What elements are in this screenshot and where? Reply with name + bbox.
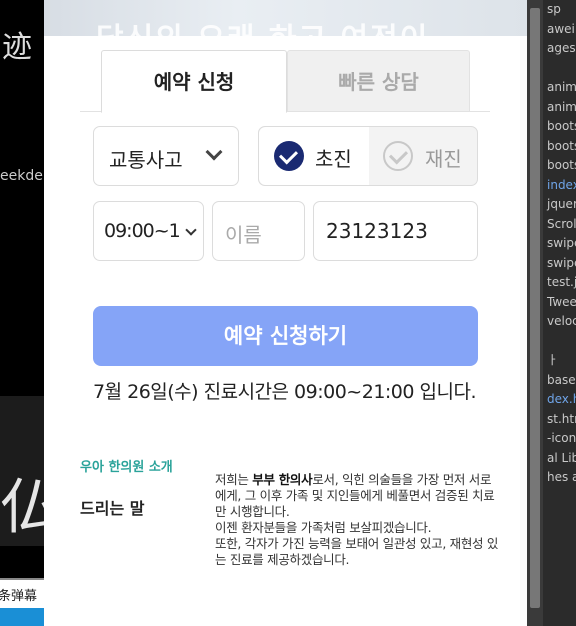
file-list: sp awei ages anim anim boots boots boots index jq… [543,0,576,488]
taskbar-accent [0,608,44,626]
scrollbar-thumb[interactable] [530,8,540,608]
treatment-type-value: 교통사고 [109,148,183,172]
name-input[interactable]: 이름 [212,201,305,261]
file-list-item[interactable]: anim [543,78,576,98]
file-list-item[interactable]: anim [543,98,576,118]
greeting-title: 드리는 말 [80,499,145,518]
clinic-intro-link[interactable]: 우아 한의원 소개 [80,456,173,475]
visit-first-label: 초진 [315,147,352,171]
time-select[interactable]: 09:00~1 [93,201,204,261]
file-name: Twee [547,294,576,309]
background-calligraphy: 仏 [0,473,44,543]
file-list-item[interactable]: awei [543,20,576,40]
hero-text: 당신의 오래 하고 여전이 [96,14,429,36]
background-text: eekder [0,168,44,184]
file-name: base.h [547,372,576,387]
file-list-item[interactable]: Twee [543,293,576,313]
reservation-tabs: 예약 신청 빠른 상담 [80,50,490,113]
devtools-file-panel: sp awei ages anim anim boots boots boots index jq… [527,0,576,626]
danmaku-banner: 条弹幕 [0,578,44,608]
file-list-item[interactable]: test.js [543,273,576,293]
file-name: al Lib [547,450,576,465]
file-name: test.js [547,275,576,289]
file-list-item[interactable]: dex.htm [543,390,576,410]
file-name: swipe [547,236,576,250]
name-placeholder: 이름 [225,223,262,247]
greeting-line2: 이젠 환자분들을 가족처럼 보살피겠습니다. [215,520,432,535]
file-name: boots [547,119,576,133]
background-page-strip: 迹 eekder 仏 条弹幕 [0,0,44,626]
greeting-bold: 부부 한의사 [252,472,313,487]
file-list-item[interactable]: hes ar [543,468,576,488]
file-name: awei [547,21,575,36]
file-list-item[interactable]: boots [543,117,576,137]
danmaku-banner-text: 条弹幕 [0,589,38,604]
file-name: swipe [547,255,576,270]
chevron-down-icon [205,143,223,161]
scrollbar[interactable] [527,0,543,626]
file-list-item[interactable]: jquer [543,195,576,215]
file-list-item[interactable] [543,59,576,79]
hours-notice: 7월 26일(수) 진료시간은 09:00~21:00 입니다. [93,381,477,403]
file-name: jquer [547,197,576,211]
file-name: -icon. [547,431,576,445]
file-name: index [547,177,576,192]
file-list-item[interactable]: sp [543,0,576,20]
file-name: sp [547,2,561,16]
file-list-item[interactable] [543,332,576,352]
greeting-line3: 또한, 각자가 가진 능력을 보태어 일관성 있고, 재현성 있는 진료를 제공… [215,536,499,567]
greeting-prefix: 저희는 [215,472,253,487]
file-name: boots [547,138,576,153]
file-list-item[interactable]: al Lib [543,449,576,469]
treatment-type-select[interactable]: 교통사고 [93,126,239,186]
tab-quick-consult[interactable]: 빠른 상담 [287,50,470,112]
file-list-item[interactable]: boots [543,156,576,176]
visit-return-option[interactable]: 재진 [369,127,477,185]
file-name: ages [547,41,576,55]
file-name: hes ar [547,470,576,484]
file-name: anim [547,99,576,114]
file-name: boots [547,158,576,172]
file-name: veloc [547,314,576,328]
file-list-item[interactable]: -icon. [543,429,576,449]
file-list-item[interactable]: veloc [543,312,576,332]
file-list-item[interactable]: swipe [543,234,576,254]
time-value: 09:00~1 [104,220,181,242]
visit-type-toggle: 초진 재진 [258,126,478,186]
file-name: st.htm [547,411,576,426]
background-glyph: 迹 [2,30,32,65]
file-list-item[interactable]: swipe [543,254,576,274]
submit-reservation-button[interactable]: 예약 신청하기 [93,306,478,366]
file-list-item[interactable]: boots [543,137,576,157]
visit-return-label: 재진 [425,147,462,171]
check-circle-icon [274,141,304,171]
greeting-body: 저희는 부부 한의사로서, 익힌 의술들을 가장 먼저 서로에게, 그 이후 가… [215,472,500,568]
chevron-down-icon [185,224,197,236]
file-list-item[interactable]: base.h [543,371,576,391]
file-name: ㅏ [547,353,559,367]
file-list-item[interactable]: ages [543,39,576,59]
file-name: anim [547,80,576,94]
file-name: dex.htm [547,392,576,406]
visit-first-option[interactable]: 초진 [259,127,369,185]
file-name: Scrol [547,216,576,231]
file-list-item[interactable]: ㅏ [543,351,576,371]
hero-banner: 당신의 오래 하고 여전이 [44,0,527,36]
phone-input[interactable]: 23123123 [313,201,478,261]
file-list-item[interactable]: st.htm [543,410,576,430]
check-circle-outline-icon [383,141,413,171]
phone-value: 23123123 [326,219,428,243]
reservation-modal: 당신의 오래 하고 여전이 예약 신청 빠른 상담 교통사고 초진 재진 09:… [44,0,527,626]
tab-reservation[interactable]: 예약 신청 [101,50,287,113]
file-list-item[interactable]: index [543,176,576,196]
file-list-item[interactable]: Scrol [543,215,576,235]
